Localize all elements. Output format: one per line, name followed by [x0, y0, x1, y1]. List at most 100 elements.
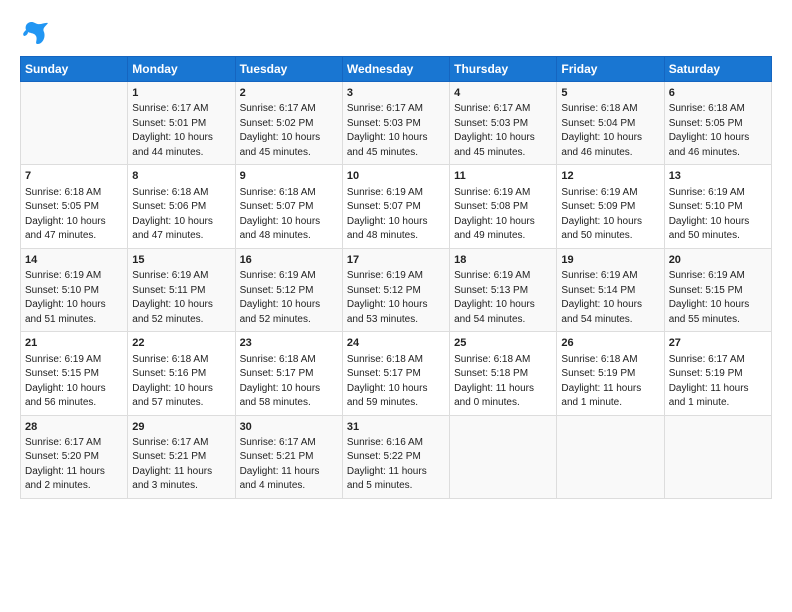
day-content: Sunrise: 6:17 AM Sunset: 5:21 PM Dayligh… [240, 436, 338, 494]
page-container: SundayMondayTuesdayWednesdayThursdayFrid… [0, 0, 792, 509]
day-number: 20 [669, 253, 767, 268]
day-number: 31 [347, 420, 445, 435]
day-cell: 31Sunrise: 6:16 AM Sunset: 5:22 PM Dayli… [342, 415, 449, 498]
day-number: 5 [561, 86, 659, 101]
day-cell: 4Sunrise: 6:17 AM Sunset: 5:03 PM Daylig… [450, 82, 557, 165]
day-cell: 19Sunrise: 6:19 AM Sunset: 5:14 PM Dayli… [557, 248, 664, 331]
day-cell: 10 Sunrise: 6:19 AM Sunset: 5:07 PM Dayli… [342, 165, 449, 248]
calendar-table: SundayMondayTuesdayWednesdayThursdayFrid… [20, 56, 772, 499]
day-cell: 16Sunrise: 6:19 AM Sunset: 5:12 PM Dayli… [235, 248, 342, 331]
day-content: Sunrise: 6:18 AM Sunset: 5:17 PM Dayligh… [240, 353, 338, 411]
week-row-5: 28Sunrise: 6:17 AM Sunset: 5:20 PM Dayli… [21, 415, 772, 498]
day-content: Sunrise: 6:19 AM Sunset: 5:15 PM Dayligh… [25, 353, 123, 411]
day-number: 28 [25, 420, 123, 435]
day-number: 21 [25, 336, 123, 351]
day-cell: 23 Sunrise: 6:18 AM Sunset: 5:17 PM Dayli… [235, 332, 342, 415]
day-cell [664, 415, 771, 498]
day-cell: 29Sunrise: 6:17 AM Sunset: 5:21 PM Dayli… [128, 415, 235, 498]
day-content: Sunrise: 6:18 AM Sunset: 5:18 PM Dayligh… [454, 353, 552, 411]
day-content: Sunrise: 6:17 AM Sunset: 5:01 PM Dayligh… [132, 102, 230, 160]
header-cell-monday: Monday [128, 57, 235, 82]
day-number: 27 [669, 336, 767, 351]
day-content: Sunrise: 6:17 AM Sunset: 5:03 PM Dayligh… [454, 102, 552, 160]
day-cell: 12 Sunrise: 6:19 AM Sunset: 5:09 PM Dayli… [557, 165, 664, 248]
day-cell: 15Sunrise: 6:19 AM Sunset: 5:11 PM Dayli… [128, 248, 235, 331]
day-number: 18 [454, 253, 552, 268]
day-number: 14 [25, 253, 123, 268]
day-number: 29 [132, 420, 230, 435]
day-cell: 18Sunrise: 6:19 AM Sunset: 5:13 PM Dayli… [450, 248, 557, 331]
header-cell-thursday: Thursday [450, 57, 557, 82]
day-number: 30 [240, 420, 338, 435]
day-number: 8 [132, 169, 230, 184]
day-content: Sunrise: 6:19 AM Sunset: 5:13 PM Dayligh… [454, 269, 552, 327]
day-number: 19 [561, 253, 659, 268]
logo [20, 18, 54, 46]
day-number: 10 [347, 169, 445, 184]
day-content: Sunrise: 6:18 AM Sunset: 5:05 PM Dayligh… [669, 102, 767, 160]
day-cell: 6Sunrise: 6:18 AM Sunset: 5:05 PM Daylig… [664, 82, 771, 165]
day-content: Sunrise: 6:17 AM Sunset: 5:02 PM Dayligh… [240, 102, 338, 160]
day-cell: 20Sunrise: 6:19 AM Sunset: 5:15 PM Dayli… [664, 248, 771, 331]
day-cell: 14Sunrise: 6:19 AM Sunset: 5:10 PM Dayli… [21, 248, 128, 331]
day-number: 24 [347, 336, 445, 351]
day-cell: 13 Sunrise: 6:19 AM Sunset: 5:10 PM Dayli… [664, 165, 771, 248]
day-content: Sunrise: 6:18 AM Sunset: 5:04 PM Dayligh… [561, 102, 659, 160]
day-number: 17 [347, 253, 445, 268]
day-content: Sunrise: 6:16 AM Sunset: 5:22 PM Dayligh… [347, 436, 445, 494]
header-cell-tuesday: Tuesday [235, 57, 342, 82]
day-cell: 30Sunrise: 6:17 AM Sunset: 5:21 PM Dayli… [235, 415, 342, 498]
day-cell: 17Sunrise: 6:19 AM Sunset: 5:12 PM Dayli… [342, 248, 449, 331]
week-row-4: 21 Sunrise: 6:19 AM Sunset: 5:15 PM Dayli… [21, 332, 772, 415]
day-cell [450, 415, 557, 498]
day-number: 15 [132, 253, 230, 268]
day-cell: 24 Sunrise: 6:18 AM Sunset: 5:17 PM Dayli… [342, 332, 449, 415]
day-content: Sunrise: 6:17 AM Sunset: 5:20 PM Dayligh… [25, 436, 123, 494]
day-cell: 9 Sunrise: 6:18 AM Sunset: 5:07 PM Daylig… [235, 165, 342, 248]
day-cell: 5Sunrise: 6:18 AM Sunset: 5:04 PM Daylig… [557, 82, 664, 165]
day-number: 13 [669, 169, 767, 184]
day-cell: 28Sunrise: 6:17 AM Sunset: 5:20 PM Dayli… [21, 415, 128, 498]
day-content: Sunrise: 6:19 AM Sunset: 5:12 PM Dayligh… [240, 269, 338, 327]
day-number: 7 [25, 169, 123, 184]
day-number: 4 [454, 86, 552, 101]
week-row-2: 7 Sunrise: 6:18 AM Sunset: 5:05 PM Daylig… [21, 165, 772, 248]
day-content: Sunrise: 6:18 AM Sunset: 5:16 PM Dayligh… [132, 353, 230, 411]
day-number: 12 [561, 169, 659, 184]
day-number: 22 [132, 336, 230, 351]
day-content: Sunrise: 6:19 AM Sunset: 5:07 PM Dayligh… [347, 186, 445, 244]
day-content: Sunrise: 6:19 AM Sunset: 5:15 PM Dayligh… [669, 269, 767, 327]
day-cell [21, 82, 128, 165]
day-cell: 1Sunrise: 6:17 AM Sunset: 5:01 PM Daylig… [128, 82, 235, 165]
day-number: 2 [240, 86, 338, 101]
day-content: Sunrise: 6:18 AM Sunset: 5:17 PM Dayligh… [347, 353, 445, 411]
day-number: 6 [669, 86, 767, 101]
header-row [20, 18, 772, 46]
header-cell-sunday: Sunday [21, 57, 128, 82]
day-number: 23 [240, 336, 338, 351]
day-number: 26 [561, 336, 659, 351]
day-number: 9 [240, 169, 338, 184]
day-cell: 8Sunrise: 6:18 AM Sunset: 5:06 PM Daylig… [128, 165, 235, 248]
day-content: Sunrise: 6:18 AM Sunset: 5:07 PM Dayligh… [240, 186, 338, 244]
day-number: 1 [132, 86, 230, 101]
day-number: 25 [454, 336, 552, 351]
day-content: Sunrise: 6:19 AM Sunset: 5:12 PM Dayligh… [347, 269, 445, 327]
day-cell: 25 Sunrise: 6:18 AM Sunset: 5:18 PM Dayli… [450, 332, 557, 415]
day-cell: 3Sunrise: 6:17 AM Sunset: 5:03 PM Daylig… [342, 82, 449, 165]
day-cell: 11Sunrise: 6:19 AM Sunset: 5:08 PM Dayli… [450, 165, 557, 248]
day-cell: 27Sunrise: 6:17 AM Sunset: 5:19 PM Dayli… [664, 332, 771, 415]
week-row-1: 1Sunrise: 6:17 AM Sunset: 5:01 PM Daylig… [21, 82, 772, 165]
day-content: Sunrise: 6:19 AM Sunset: 5:10 PM Dayligh… [669, 186, 767, 244]
day-content: Sunrise: 6:19 AM Sunset: 5:11 PM Dayligh… [132, 269, 230, 327]
day-content: Sunrise: 6:19 AM Sunset: 5:14 PM Dayligh… [561, 269, 659, 327]
day-cell [557, 415, 664, 498]
header-cell-saturday: Saturday [664, 57, 771, 82]
day-content: Sunrise: 6:18 AM Sunset: 5:05 PM Dayligh… [25, 186, 123, 244]
day-cell: 7 Sunrise: 6:18 AM Sunset: 5:05 PM Daylig… [21, 165, 128, 248]
day-number: 3 [347, 86, 445, 101]
day-cell: 22 Sunrise: 6:18 AM Sunset: 5:16 PM Dayli… [128, 332, 235, 415]
logo-icon [20, 18, 50, 46]
day-content: Sunrise: 6:19 AM Sunset: 5:09 PM Dayligh… [561, 186, 659, 244]
day-content: Sunrise: 6:17 AM Sunset: 5:21 PM Dayligh… [132, 436, 230, 494]
